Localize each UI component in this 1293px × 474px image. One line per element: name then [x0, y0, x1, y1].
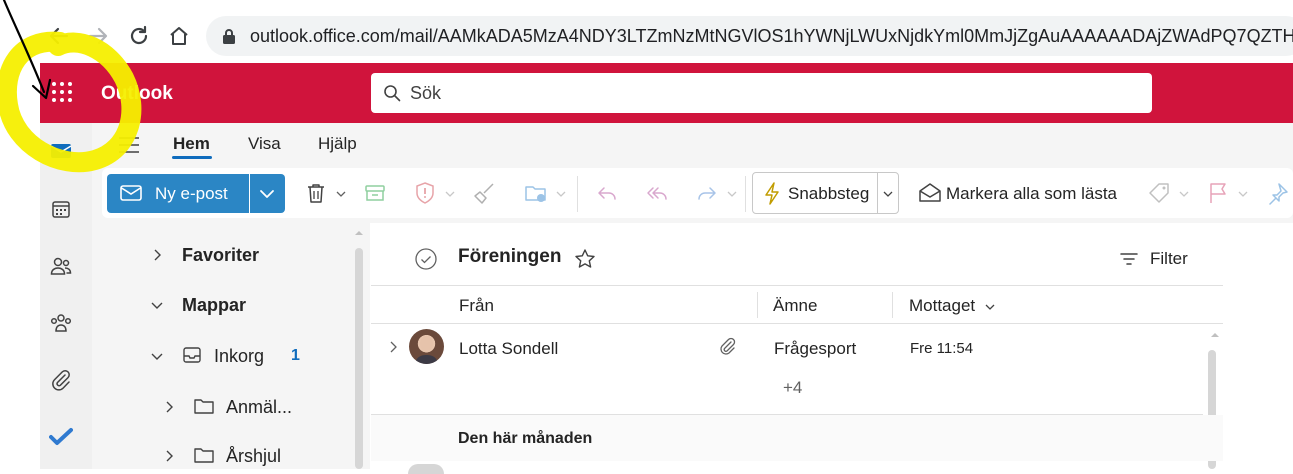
reply-all-icon[interactable] [644, 180, 670, 206]
column-separator [892, 292, 893, 318]
tab-home[interactable]: Hem [173, 134, 210, 154]
search-input[interactable] [371, 73, 1152, 113]
folder-pane-scrollbar[interactable] [355, 248, 363, 469]
folder-anmal[interactable]: Anmäl... [226, 397, 292, 418]
hamburger-menu-icon[interactable] [117, 136, 141, 154]
header-divider [371, 285, 1223, 286]
avatar [408, 464, 444, 474]
lock-icon [222, 28, 236, 44]
chevron-down-icon[interactable] [335, 188, 347, 200]
chevron-right-icon[interactable] [162, 449, 176, 463]
sort-chevron-icon[interactable] [984, 301, 996, 313]
move-to-folder-icon[interactable] [523, 180, 549, 206]
select-all-icon[interactable] [414, 247, 438, 271]
folder-mappar[interactable]: Mappar [182, 295, 246, 316]
search-icon [383, 84, 401, 102]
new-mail-label: Ny e-post [155, 184, 228, 203]
new-mail-dropdown[interactable] [250, 174, 285, 213]
chevron-down-icon[interactable] [726, 188, 738, 200]
avatar [409, 329, 444, 364]
chevron-down-icon[interactable] [150, 349, 164, 363]
chevron-down-icon[interactable] [882, 188, 894, 200]
column-subject[interactable]: Ämne [773, 296, 817, 316]
mark-read-icon [917, 180, 943, 206]
forward-arrow-icon[interactable] [84, 22, 112, 50]
mail-icon[interactable] [49, 139, 73, 163]
url-text[interactable]: outlook.office.com/mail/AAMkADA5MzA4NDY3… [250, 26, 1293, 47]
column-separator [757, 292, 758, 318]
report-icon[interactable] [412, 180, 438, 206]
people-icon[interactable] [49, 254, 73, 278]
folder-icon [193, 397, 215, 415]
column-from[interactable]: Från [459, 296, 494, 316]
home-icon[interactable] [165, 22, 193, 50]
scroll-up-icon[interactable] [1209, 330, 1221, 340]
quick-steps-divider [877, 172, 878, 214]
chevron-down-icon[interactable] [1178, 188, 1190, 200]
app-launcher-icon[interactable] [48, 78, 76, 106]
tab-view[interactable]: Visa [248, 134, 281, 154]
header-divider [371, 323, 1223, 324]
toolbar-separator [745, 176, 746, 212]
app-brand[interactable]: Outlook [101, 83, 173, 105]
groups-icon[interactable] [49, 311, 73, 335]
inbox-unread-count: 1 [291, 347, 300, 364]
reply-icon[interactable] [594, 180, 620, 206]
flag-icon[interactable] [1205, 180, 1231, 206]
inbox-icon [182, 345, 202, 365]
scroll-up-icon[interactable] [352, 228, 366, 238]
chevron-down-icon[interactable] [1237, 188, 1249, 200]
filter-icon[interactable] [1119, 251, 1139, 267]
column-received[interactable]: Mottaget [909, 296, 975, 316]
thread-count: +4 [783, 378, 803, 397]
chevron-right-icon[interactable] [162, 400, 176, 414]
folder-title: Föreningen [458, 246, 562, 267]
toolbar-separator [577, 176, 578, 212]
folder-arshjul[interactable]: Årshjul [226, 446, 281, 467]
chevron-down-icon[interactable] [444, 188, 456, 200]
new-mail-icon [120, 183, 142, 203]
left-rail [40, 123, 92, 469]
star-icon[interactable] [573, 247, 597, 271]
search-placeholder: Sök [410, 83, 442, 103]
attachment-icon[interactable] [49, 368, 73, 392]
quick-steps-label: Snabbsteg [788, 184, 870, 203]
section-header: Den här månaden [458, 430, 593, 447]
chevron-right-icon[interactable] [150, 248, 164, 262]
tab-help[interactable]: Hjälp [318, 134, 357, 154]
delete-icon[interactable] [303, 180, 329, 206]
active-tab-indicator [172, 156, 212, 159]
folder-icon [193, 446, 215, 464]
filter-button[interactable]: Filter [1150, 249, 1188, 269]
forward-icon[interactable] [694, 180, 720, 206]
tag-icon[interactable] [1146, 180, 1172, 206]
message-received: Fre 11:54 [910, 340, 974, 357]
message-sender[interactable]: Lotta Sondell [459, 339, 558, 359]
sweep-icon[interactable] [472, 180, 498, 206]
attachment-icon [718, 337, 738, 357]
archive-icon[interactable] [362, 180, 388, 206]
folder-favorites[interactable]: Favoriter [182, 245, 259, 266]
mark-all-read-button[interactable]: Markera alla som lästa [946, 184, 1117, 204]
reload-icon[interactable] [125, 22, 153, 50]
folder-inbox[interactable]: Inkorg [214, 346, 264, 367]
back-arrow-icon[interactable] [45, 22, 73, 50]
lightning-icon [759, 180, 785, 206]
message-subject[interactable]: Frågesport [774, 339, 856, 359]
expand-thread-icon[interactable] [386, 340, 400, 354]
pin-icon[interactable] [1265, 180, 1291, 206]
chevron-down-icon[interactable] [555, 188, 567, 200]
calendar-icon[interactable] [49, 197, 73, 221]
chevron-down-icon[interactable] [150, 298, 164, 312]
todo-icon[interactable] [49, 425, 73, 449]
